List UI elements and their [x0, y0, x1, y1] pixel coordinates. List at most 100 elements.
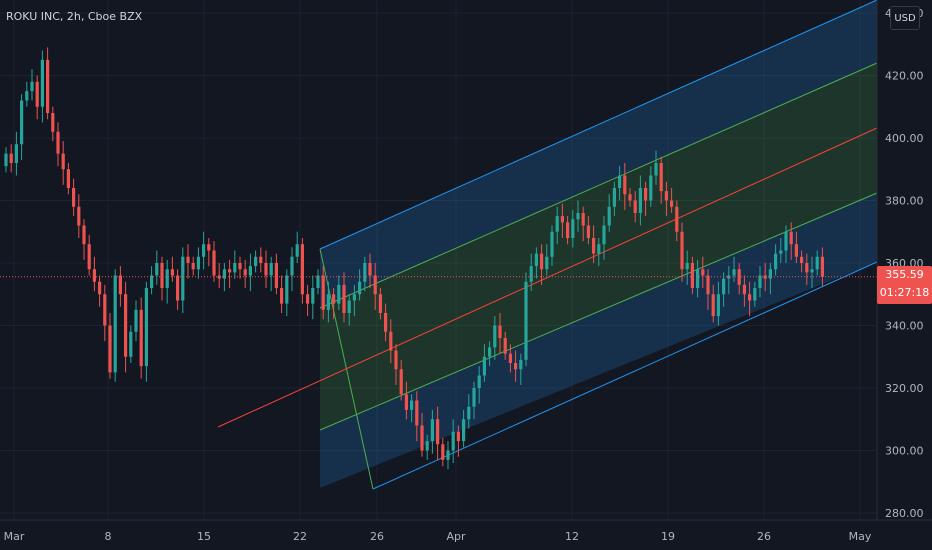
candle-body [191, 263, 195, 270]
x-tick-label: 15 [197, 530, 211, 543]
chart-root: 280.00 300.00 320.00 340.00 360.00 380.00 400.… [0, 0, 932, 550]
candle-body [295, 244, 299, 257]
candle-body [274, 263, 278, 288]
candle-body [706, 275, 710, 295]
candle-body [25, 91, 29, 101]
candle-body [586, 225, 590, 238]
x-tick-label: 22 [293, 530, 307, 543]
candle-body [212, 250, 216, 276]
candle-body [566, 222, 570, 238]
candle-body [82, 225, 86, 245]
candle-body [269, 263, 273, 276]
candle-body [545, 256, 549, 270]
candle-body [321, 275, 325, 310]
candle-body [529, 266, 533, 282]
y-tick-label: 340.00 [885, 320, 924, 333]
x-tick-label: 26 [370, 530, 384, 543]
candle-body [358, 281, 362, 295]
candle-body [181, 256, 185, 301]
candle-body [92, 269, 96, 282]
x-tick-label: 8 [105, 530, 112, 543]
candle-body [644, 188, 648, 201]
candle-body [467, 406, 471, 420]
candle-body [701, 269, 705, 276]
last-price-tag: 355.59 01:27:18 [877, 266, 932, 304]
candle-body [758, 275, 762, 288]
candle-body [254, 256, 258, 267]
candle-body [436, 419, 440, 445]
candle-body [633, 200, 637, 213]
candle-body [124, 294, 128, 357]
candle-body [711, 294, 715, 317]
candle-body [690, 263, 694, 288]
candle-body [820, 256, 824, 277]
candle-body [430, 419, 434, 442]
candle-body [285, 275, 289, 304]
candle-body [129, 331, 133, 357]
candle-body [170, 269, 174, 276]
candle-body [508, 353, 512, 363]
candle-body [618, 175, 622, 188]
candle-body [753, 288, 757, 301]
currency-button[interactable]: USD [890, 6, 920, 30]
y-tick-label: 320.00 [885, 382, 924, 395]
candle-body [77, 206, 81, 226]
candle-body [716, 294, 720, 317]
candle-body [794, 244, 798, 257]
price-chart[interactable]: 280.00300.00320.00340.00360.00380.00400.… [0, 0, 932, 550]
candle-body [597, 244, 601, 254]
candle-body [722, 278, 726, 295]
candle-body [623, 175, 627, 195]
candle-body [555, 216, 559, 232]
candle-body [155, 263, 159, 276]
candle-body [654, 163, 658, 176]
candle-body [696, 269, 700, 288]
candle-body [300, 244, 304, 295]
candle-body [451, 431, 455, 451]
candle-body [35, 81, 39, 107]
candle-body [456, 431, 460, 442]
candle-body [347, 300, 351, 313]
candle-body [4, 153, 8, 167]
candle-body [550, 231, 554, 257]
x-tick-label: 26 [757, 530, 771, 543]
candle-body [108, 325, 112, 373]
candle-body [800, 256, 804, 263]
candle-body [196, 256, 200, 270]
last-price-value: 355.59 [885, 268, 924, 281]
y-tick-label: 400.00 [885, 132, 924, 145]
candle-body [560, 216, 564, 223]
candle-body [774, 253, 778, 270]
candle-body [742, 284, 746, 295]
candle-body [150, 275, 154, 288]
candle-body [233, 263, 237, 273]
candle-body [51, 113, 55, 132]
candle-body [280, 288, 284, 304]
candle-body [243, 269, 247, 276]
x-tick-label: Mar [4, 530, 25, 543]
candle-body [306, 294, 310, 304]
candle-body [664, 191, 668, 201]
candle-body [363, 263, 367, 282]
candle-body [638, 188, 642, 213]
candle-body [46, 59, 50, 113]
candle-body [472, 388, 476, 407]
x-tick-label: May [849, 530, 872, 543]
candle-body [732, 269, 736, 276]
candle-body [290, 256, 294, 276]
candle-body [534, 253, 538, 267]
candle-body [14, 144, 18, 163]
bar-countdown: 01:27:18 [879, 286, 930, 299]
candle-body [103, 294, 107, 326]
candle-body [462, 419, 466, 442]
y-tick-label: 380.00 [885, 195, 924, 208]
candle-body [680, 231, 684, 270]
candle-body [139, 309, 143, 367]
x-tick-label: 12 [565, 530, 579, 543]
candle-body [415, 400, 419, 426]
candle-body [342, 284, 346, 313]
candle-body [259, 256, 263, 263]
candle-body [238, 263, 242, 270]
candle-body [628, 194, 632, 201]
candle-body [56, 131, 60, 154]
